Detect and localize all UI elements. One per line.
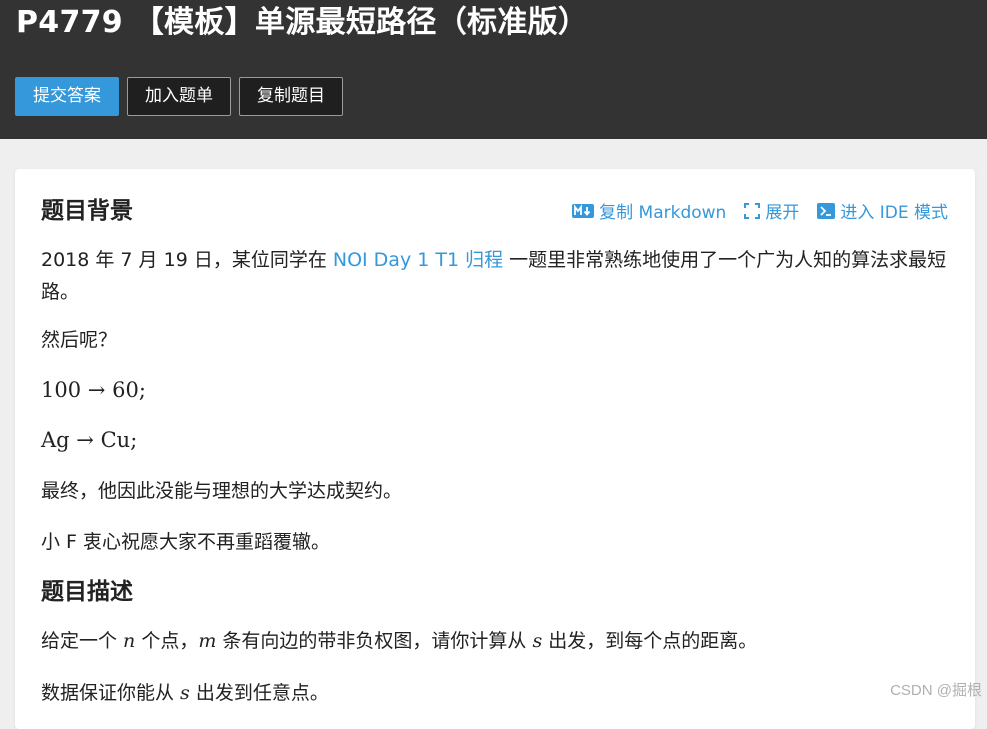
var-n: n	[123, 630, 135, 652]
desc1-text-d: 出发，到每个点的距离。	[542, 630, 757, 652]
page-title: P4779 【模板】单源最短路径（标准版）	[16, 0, 588, 48]
problem-card: 题目背景 复制 Markdown 展开	[15, 169, 975, 729]
action-bar: 提交答案 加入题单 复制题目	[15, 77, 343, 116]
background-finally: 最终，他因此没能与理想的大学达成契约。	[41, 475, 951, 507]
desc1-text-a: 给定一个	[41, 630, 123, 652]
desc2-text-a: 数据保证你能从	[41, 682, 180, 704]
copy-markdown-button[interactable]: 复制 Markdown	[572, 198, 726, 223]
description-paragraph-2: 数据保证你能从 s 出发到任意点。	[41, 677, 951, 709]
background-wish: 小 F 衷心祝愿大家不再重蹈覆辙。	[41, 526, 951, 558]
markdown-icon	[572, 204, 594, 218]
formula-right-1: 60	[112, 378, 139, 402]
background-then: 然后呢？	[41, 324, 951, 356]
submit-answer-button[interactable]: 提交答案	[15, 77, 119, 116]
intro-text-start: 2018 年 7 月 19 日，某位同学在	[41, 249, 333, 271]
desc2-text-b: 出发到任意点。	[190, 682, 329, 704]
formula-left-1: 100	[41, 378, 81, 402]
problem-header: P4779 【模板】单源最短路径（标准版） 提交答案 加入题单 复制题目	[0, 0, 987, 139]
formula-arrow-1: →	[88, 378, 106, 402]
background-heading: 题目背景	[41, 196, 133, 226]
expand-icon	[744, 203, 760, 219]
medal-change-formula: Ag → Cu;	[41, 424, 951, 456]
copy-problem-button[interactable]: 复制题目	[239, 77, 343, 116]
noi-problem-link[interactable]: NOI Day 1 T1 归程	[333, 249, 503, 271]
terminal-icon	[817, 203, 835, 219]
description-paragraph-1: 给定一个 n 个点，m 条有向边的带非负权图，请你计算从 s 出发，到每个点的距…	[41, 625, 951, 657]
expand-button[interactable]: 展开	[744, 198, 799, 223]
formula-semicolon-2: ;	[130, 428, 137, 452]
formula-left-2: Ag	[41, 428, 70, 452]
csdn-watermark: CSDN @掘根	[890, 679, 982, 700]
statement-toolbar: 复制 Markdown 展开 进入 IDE 模式	[572, 198, 948, 223]
formula-right-2: Cu	[101, 428, 131, 452]
background-intro: 2018 年 7 月 19 日，某位同学在 NOI Day 1 T1 归程 一题…	[41, 244, 951, 308]
description-heading: 题目描述	[41, 577, 133, 607]
ide-mode-label: 进入 IDE 模式	[840, 198, 948, 223]
var-s: s	[532, 630, 542, 652]
ide-mode-button[interactable]: 进入 IDE 模式	[817, 198, 948, 223]
desc1-text-c: 条有向边的带非负权图，请你计算从	[216, 630, 532, 652]
add-to-list-button[interactable]: 加入题单	[127, 77, 231, 116]
desc1-text-b: 个点，	[135, 630, 198, 652]
var-s-2: s	[180, 682, 190, 704]
formula-arrow-2: →	[76, 428, 94, 452]
formula-semicolon-1: ;	[139, 378, 146, 402]
expand-label: 展开	[765, 198, 799, 223]
var-m: m	[198, 630, 216, 652]
copy-markdown-label: 复制 Markdown	[599, 198, 726, 223]
score-change-formula: 100 → 60;	[41, 374, 951, 406]
